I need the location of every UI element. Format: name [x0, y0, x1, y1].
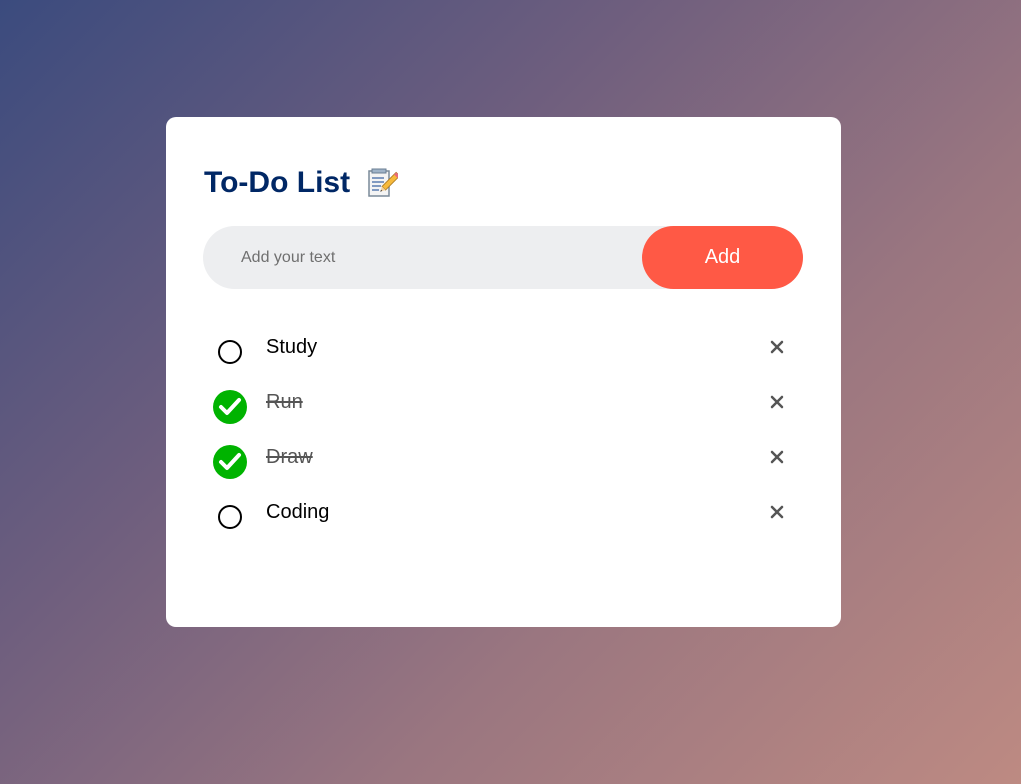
- add-task-row: Add: [203, 226, 803, 289]
- list-item[interactable]: Run: [203, 375, 803, 430]
- page-title: To-Do List: [204, 166, 351, 199]
- unchecked-circle-icon[interactable]: [213, 334, 249, 370]
- add-button[interactable]: Add: [642, 226, 803, 289]
- task-label: Run: [266, 391, 303, 413]
- list-item[interactable]: Coding: [203, 485, 803, 540]
- task-label: Coding: [266, 501, 330, 523]
- list-item[interactable]: Study: [203, 320, 803, 375]
- unchecked-circle-icon[interactable]: [213, 499, 249, 535]
- list-item[interactable]: Draw: [203, 430, 803, 485]
- checked-circle-icon[interactable]: [213, 444, 249, 480]
- checked-circle-icon[interactable]: [213, 389, 249, 425]
- memo-icon: [366, 167, 401, 199]
- task-label: Study: [266, 336, 318, 358]
- task-list: Study Run Draw Coding: [203, 320, 803, 540]
- close-icon[interactable]: [765, 335, 789, 359]
- task-input[interactable]: [203, 226, 661, 289]
- close-icon[interactable]: [765, 500, 789, 524]
- todo-card: To-Do List Add your text Add Study Run D…: [166, 117, 841, 627]
- close-icon[interactable]: [765, 445, 789, 469]
- header: To-Do List: [204, 165, 401, 201]
- task-label: Draw: [266, 446, 313, 468]
- close-icon[interactable]: [765, 390, 789, 414]
